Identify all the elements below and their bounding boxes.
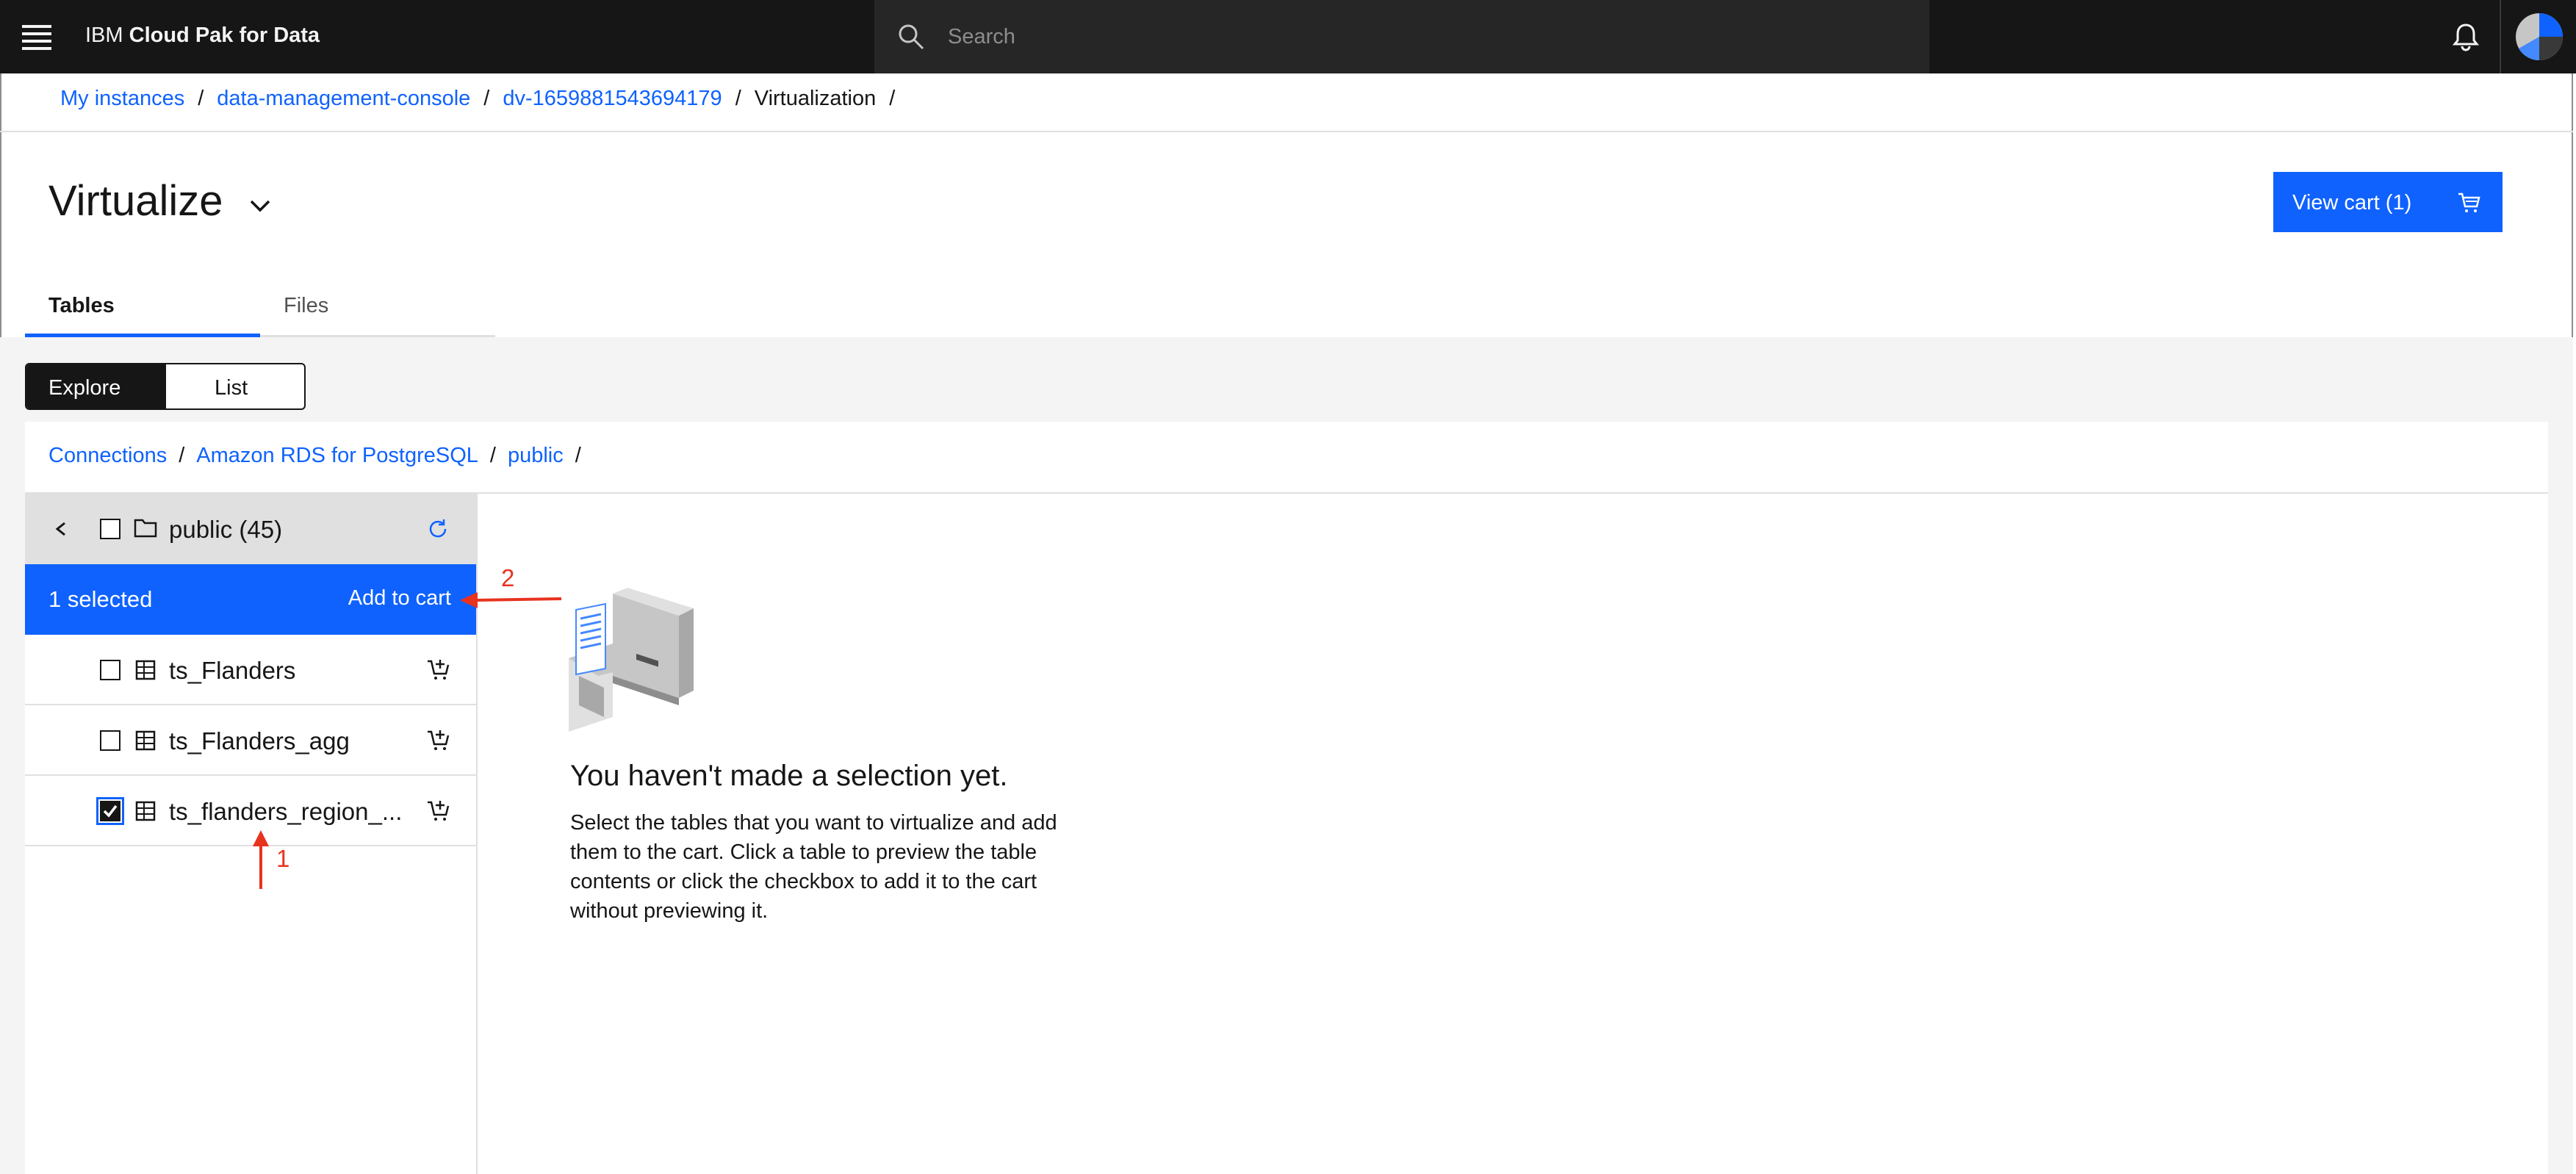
- breadcrumb: My instances / data-management-console / dv-…: [60, 87, 908, 111]
- row-checkbox-checked[interactable]: [96, 797, 124, 825]
- view-cart-label: View cart (1): [2292, 191, 2412, 215]
- table-icon: [135, 660, 156, 680]
- table-row[interactable]: ts_Flanders: [25, 635, 476, 705]
- view-cart-button[interactable]: View cart (1): [2273, 172, 2503, 232]
- row-checkbox[interactable]: [100, 730, 120, 751]
- user-avatar-icon[interactable]: [2503, 0, 2576, 73]
- chevron-left-icon[interactable]: [53, 519, 69, 539]
- selection-bar: 1 selected Add to cart: [25, 564, 476, 635]
- breadcrumb-schema[interactable]: public: [508, 444, 564, 467]
- tree-header: public (45): [25, 494, 476, 564]
- shopping-cart-icon: [2458, 192, 2480, 212]
- file-cabinet-illustration: [569, 588, 694, 732]
- chevron-down-icon[interactable]: [247, 197, 273, 215]
- table-icon: [135, 730, 156, 751]
- toggle-list[interactable]: List: [166, 364, 304, 408]
- breadcrumb-separator: /: [489, 444, 496, 467]
- toggle-explore[interactable]: Explore: [26, 364, 166, 408]
- breadcrumb-divider: [0, 131, 2573, 132]
- page-title: Virtualize: [48, 177, 223, 225]
- breadcrumb-separator: /: [179, 444, 185, 467]
- table-name: ts_Flanders_agg: [169, 727, 350, 755]
- table-row[interactable]: ts_Flanders_agg: [25, 705, 476, 776]
- add-to-cart-icon[interactable]: [426, 798, 451, 823]
- refresh-icon[interactable]: [426, 517, 450, 541]
- breadcrumb-my-instances[interactable]: My instances: [60, 87, 184, 110]
- annotation-arrow-1: [253, 830, 269, 889]
- breadcrumb-separator: /: [483, 87, 490, 110]
- annotation-arrow-2: [460, 592, 562, 608]
- add-to-cart-icon[interactable]: [426, 657, 451, 682]
- checkmark-icon: [103, 804, 118, 818]
- add-to-cart-button[interactable]: Add to cart: [348, 586, 451, 611]
- add-to-cart-icon[interactable]: [426, 727, 451, 752]
- global-search[interactable]: Search: [874, 0, 1929, 73]
- search-icon: [899, 24, 924, 50]
- breadcrumb-separator: /: [198, 87, 204, 110]
- row-checkbox[interactable]: [100, 660, 120, 680]
- breadcrumb-separator: /: [575, 444, 581, 467]
- folder-icon: [134, 519, 157, 538]
- table-name: ts_Flanders: [169, 657, 296, 684]
- hamburger-menu-icon[interactable]: [22, 25, 51, 50]
- annotation-label-1: 1: [276, 845, 290, 872]
- breadcrumb-instance-id[interactable]: dv-1659881543694179: [503, 87, 722, 110]
- brand-name: Cloud Pak for Data: [129, 24, 320, 47]
- breadcrumb-current: Virtualization: [754, 87, 877, 110]
- search-input[interactable]: Search: [948, 25, 1015, 49]
- connection-breadcrumb: Connections / Amazon RDS for PostgreSQL / pu…: [48, 444, 593, 468]
- table-icon: [135, 801, 156, 821]
- brand-prefix: IBM: [85, 24, 123, 47]
- annotation-label-2: 2: [501, 564, 515, 591]
- notification-bell-icon[interactable]: [2450, 21, 2482, 53]
- tab-files[interactable]: Files: [284, 294, 328, 318]
- breadcrumb-data-management-console[interactable]: data-management-console: [217, 87, 470, 110]
- selection-count: 1 selected: [48, 586, 153, 612]
- top-navigation-bar: IBM Cloud Pak for Data Search: [0, 0, 2576, 73]
- product-brand[interactable]: IBM Cloud Pak for Data: [85, 24, 320, 48]
- breadcrumb-separator: /: [735, 87, 741, 110]
- empty-state-title: You haven't made a selection yet.: [570, 760, 1008, 792]
- select-all-checkbox[interactable]: [100, 519, 120, 539]
- breadcrumb-connection[interactable]: Amazon RDS for PostgreSQL: [196, 444, 478, 467]
- table-name: ts_flanders_region_...: [169, 798, 403, 825]
- breadcrumb-connections[interactable]: Connections: [48, 444, 167, 467]
- breadcrumb-separator: /: [889, 87, 896, 110]
- tab-tables[interactable]: Tables: [48, 294, 115, 318]
- avatar-divider: [2500, 0, 2501, 73]
- empty-state-description: Select the tables that you want to virtu…: [570, 811, 1057, 923]
- folder-label: public (45): [169, 516, 283, 543]
- view-toggle: Explore List: [25, 363, 306, 410]
